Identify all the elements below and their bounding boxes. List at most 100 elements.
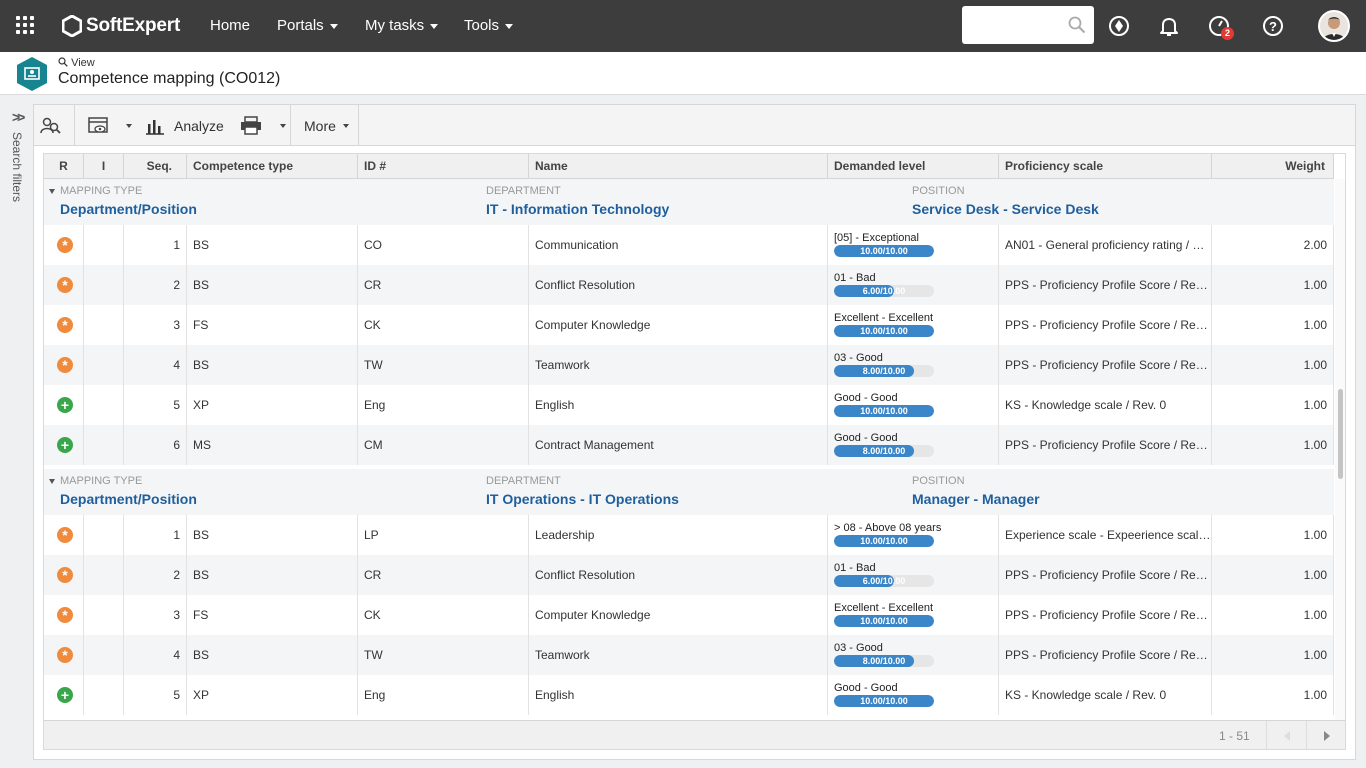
col-seq[interactable]: Seq. [124, 154, 187, 179]
table-row[interactable]: * 2 BS CR Conflict Resolution PPS - Proficien… [44, 555, 1334, 595]
cell-i [84, 265, 124, 305]
people-search-button[interactable] [40, 115, 62, 137]
cell-weight: 1.00 [1212, 515, 1334, 555]
analyze-button[interactable]: Analyze [144, 115, 224, 137]
level-label: Excellent - Excellent [834, 312, 934, 324]
table-row[interactable]: * 3 FS CK Computer Knowledge PPS - Proficienc… [44, 305, 1334, 345]
table-row[interactable]: +5 XP Eng English KS - Knowledge scale / Rev… [44, 385, 1334, 425]
chevron-down-icon [505, 23, 514, 29]
cell-competence-type: XP [187, 675, 358, 715]
bar-chart-icon [146, 120, 164, 135]
table-row[interactable]: +6 MS CM Contract Management PPS - Proficien… [44, 425, 1334, 465]
table-row[interactable]: * 4 BS TW Teamwork PPS - Proficiency Profile … [44, 635, 1334, 675]
cell-i [84, 675, 124, 715]
table-row[interactable]: * 2 BS CR Conflict Resolution PPS - Proficien… [44, 265, 1334, 305]
cell-name: Conflict Resolution [529, 555, 828, 595]
level-progress-bar: 6.00/10.00 [834, 575, 934, 587]
cell-r: * [44, 635, 84, 675]
cell-name: English [529, 675, 828, 715]
nav-tools[interactable]: Tools [464, 17, 514, 34]
level-progress-bar: 10.00/10.00 [834, 615, 934, 627]
cell-competence-type: FS [187, 305, 358, 345]
compass-icon[interactable] [1107, 14, 1131, 38]
collapse-triangle-icon[interactable] [49, 189, 55, 194]
prev-page-button[interactable] [1266, 721, 1306, 749]
scrollbar-thumb[interactable] [1338, 389, 1343, 479]
cell-competence-type: MS [187, 425, 358, 465]
nav-my-tasks[interactable]: My tasks [365, 17, 439, 34]
col-r[interactable]: R [44, 154, 84, 179]
grid-footer: 1 - 51 [44, 720, 1345, 749]
cell-i [84, 385, 124, 425]
print-dropdown-icon[interactable] [280, 124, 286, 128]
nav-home[interactable]: Home [210, 17, 250, 34]
cell-seq: 3 [124, 305, 187, 345]
cell-seq: 5 [124, 385, 187, 425]
col-weight[interactable]: Weight [1212, 154, 1334, 179]
level-score: 10.00/10.00 [860, 696, 908, 706]
demanded-level: Excellent - Excellent 10.00/10.00 [834, 602, 944, 627]
view-dropdown-icon[interactable] [126, 124, 132, 128]
col-id[interactable]: ID # [358, 154, 529, 179]
cell-weight: 1.00 [1212, 675, 1334, 715]
table-row[interactable]: +5 XP Eng English KS - Knowledge scale / Rev… [44, 675, 1334, 715]
mapping-type-caption: MAPPING TYPE [60, 185, 143, 197]
col-demanded-level[interactable]: Demanded level [828, 154, 999, 179]
cell-i [84, 515, 124, 555]
nav-portals[interactable]: Portals [277, 17, 338, 34]
pager-range: 1 - 51 [1219, 729, 1250, 743]
help-icon[interactable]: ? [1261, 14, 1285, 38]
group-header[interactable]: MAPPING TYPE Department/Position DEPARTMEN… [44, 179, 1334, 225]
search-filters-label[interactable]: Search filters [10, 132, 24, 202]
search-filters-sidebar[interactable]: >> Search filters [0, 96, 34, 768]
triangle-right-icon [1324, 731, 1330, 741]
cell-id: CK [358, 595, 529, 635]
double-chevron-right-icon[interactable]: >> [12, 109, 25, 125]
level-progress-bar: 8.00/10.00 [834, 445, 934, 457]
user-avatar[interactable] [1318, 10, 1350, 42]
next-page-button[interactable] [1306, 721, 1345, 749]
cell-proficiency-scale: PPS - Proficiency Profile Score / Rev. 0 [999, 345, 1212, 385]
view-button[interactable] [88, 115, 110, 137]
cell-name: Conflict Resolution [529, 265, 828, 305]
col-proficiency-scale[interactable]: Proficiency scale [999, 154, 1212, 179]
cell-weight: 1.00 [1212, 305, 1334, 345]
cell-proficiency-scale: PPS - Proficiency Profile Score / Rev. 0 [999, 305, 1212, 345]
demanded-level: 03 - Good 8.00/10.00 [834, 642, 944, 667]
cell-competence-type: FS [187, 595, 358, 635]
col-competence-type[interactable]: Competence type [187, 154, 358, 179]
level-progress-bar: 8.00/10.00 [834, 655, 934, 667]
demanded-level: 03 - Good 8.00/10.00 [834, 352, 944, 377]
level-label: 01 - Bad [834, 272, 876, 284]
more-button[interactable]: More [304, 115, 349, 137]
table-row[interactable]: * 1 BS CO Communication AN01 - General profic… [44, 225, 1334, 265]
cell-r: + [44, 675, 84, 715]
table-row[interactable]: * 4 BS TW Teamwork PPS - Proficiency Profile … [44, 345, 1334, 385]
level-label: Good - Good [834, 682, 898, 694]
bell-icon[interactable] [1157, 14, 1181, 38]
softexpert-logo[interactable]: SoftExpert [62, 14, 180, 38]
level-label: 03 - Good [834, 352, 883, 364]
demanded-level: Good - Good 10.00/10.00 [834, 682, 944, 707]
table-row[interactable]: * 3 FS CK Computer Knowledge PPS - Proficienc… [44, 595, 1334, 635]
demanded-level: > 08 - Above 08 years 10.00/10.00 [834, 522, 944, 547]
cell-weight: 2.00 [1212, 225, 1334, 265]
cell-r: * [44, 595, 84, 635]
cell-proficiency-scale: KS - Knowledge scale / Rev. 0 [999, 385, 1212, 425]
vertical-scrollbar[interactable] [1335, 179, 1345, 720]
app-launcher-icon[interactable] [16, 16, 36, 36]
level-score: 10.00/10.00 [860, 616, 908, 626]
table-row[interactable]: * 1 BS LP Leadership Experience scale - Expee… [44, 515, 1334, 555]
level-label: [05] - Exceptional [834, 232, 919, 244]
page-header: View Competence mapping (CO012) [0, 52, 1366, 95]
print-button[interactable] [240, 115, 262, 137]
cell-r: * [44, 225, 84, 265]
col-i[interactable]: I [84, 154, 124, 179]
global-search-input[interactable] [962, 6, 1094, 44]
col-name[interactable]: Name [529, 154, 828, 179]
cell-i [84, 305, 124, 345]
cell-weight: 1.00 [1212, 345, 1334, 385]
group-header[interactable]: MAPPING TYPE Department/Position DEPARTMEN… [44, 469, 1334, 515]
search-icon[interactable] [1068, 16, 1086, 34]
collapse-triangle-icon[interactable] [49, 479, 55, 484]
